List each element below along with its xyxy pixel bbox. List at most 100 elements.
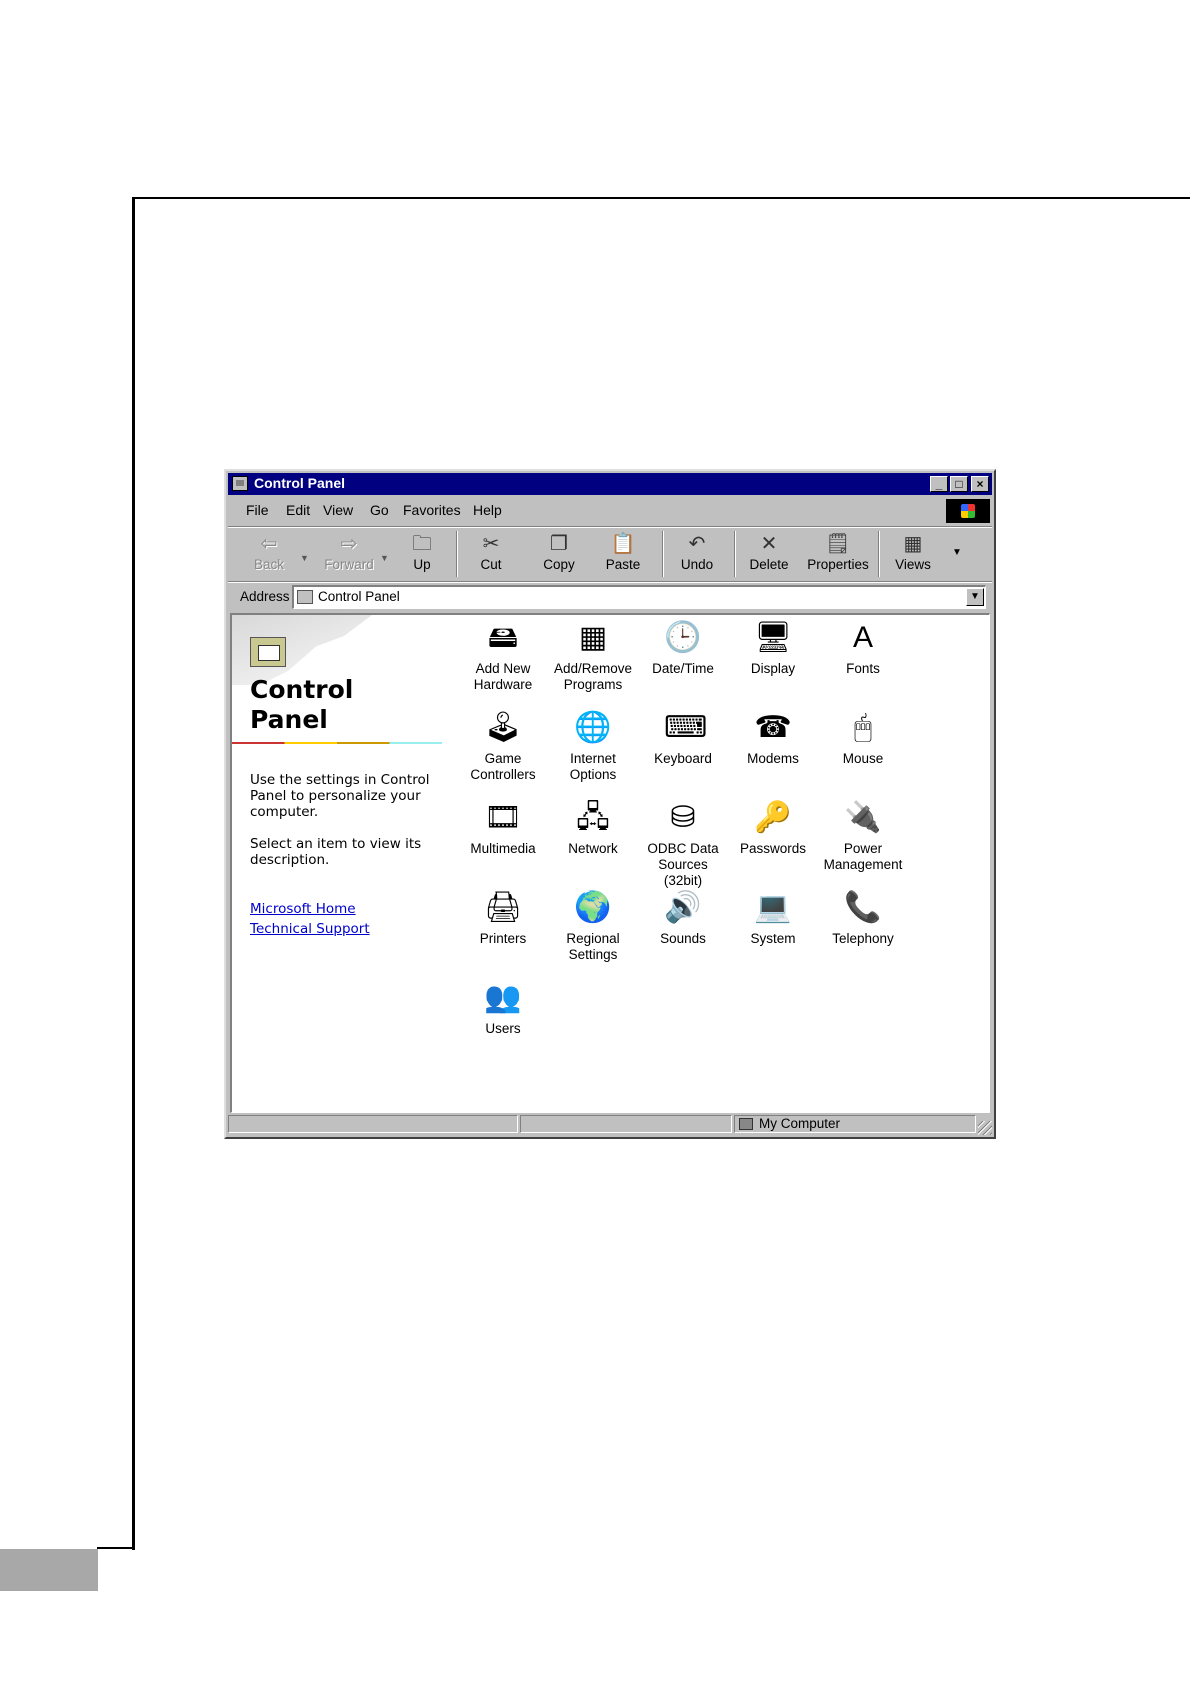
undo-icon: ↶ [688, 533, 706, 555]
toolbar-separator [662, 531, 664, 577]
toolbar-separator [734, 531, 736, 577]
control-panel-item[interactable]: ☎ Modems [729, 709, 817, 767]
delete-x-icon: ✕ [760, 533, 778, 555]
technical-support-link[interactable]: Technical Support [250, 921, 370, 937]
item-label-line1: Add New [475, 661, 531, 676]
item-label-line1: System [750, 931, 796, 946]
forward-arrow-icon: ⇨ [340, 533, 358, 555]
microsoft-home-link[interactable]: Microsoft Home [250, 901, 356, 917]
item-label-line2: Options [569, 767, 617, 782]
copy-button[interactable]: ❐ Copy [528, 529, 590, 579]
item-label-line1: Printers [479, 931, 527, 946]
menu-favorites[interactable]: Favorites [403, 502, 461, 518]
delete-button[interactable]: ✕ Delete [738, 529, 800, 579]
back-button[interactable]: ⇦ Back [238, 529, 300, 579]
control-panel-item[interactable]: ▦ Add/Remove Programs [549, 619, 637, 693]
maximize-icon: □ [955, 477, 963, 491]
item-label-line1: Mouse [842, 751, 884, 766]
keys-icon: 🔑 [754, 801, 792, 834]
control-panel-item[interactable]: 🖥 Display [729, 619, 817, 677]
copy-label: Copy [543, 557, 575, 572]
scissors-icon: ✂ [482, 533, 500, 555]
control-panel-item[interactable]: 📞 Telephony [819, 889, 907, 947]
paste-button[interactable]: 📋 Paste [592, 529, 654, 579]
address-dropdown-icon[interactable]: ▼ [966, 588, 984, 606]
maximize-button[interactable]: □ [950, 476, 968, 492]
minimize-button[interactable]: _ [930, 476, 948, 492]
menu-go[interactable]: Go [370, 502, 389, 518]
network-icon: 🖧 [576, 801, 610, 834]
control-panel-item[interactable]: ⌨ Keyboard [639, 709, 727, 767]
properties-label: Properties [807, 557, 869, 572]
add-remove-programs-icon: ▦ [578, 621, 608, 654]
mouse-icon: 🖱 [854, 711, 872, 744]
control-panel-item[interactable]: 🖱 Mouse [819, 709, 907, 767]
menu-help[interactable]: Help [473, 502, 502, 518]
control-panel-item[interactable]: 🎞 Multimedia [459, 799, 547, 857]
control-panel-item[interactable]: 🖧 Network [549, 799, 637, 857]
title-bar[interactable]: Control Panel _ □ × [228, 473, 992, 495]
cut-label: Cut [480, 557, 502, 572]
resize-grip[interactable] [978, 1121, 992, 1135]
forward-button[interactable]: ⇨ Forward [318, 529, 380, 579]
toolbar-separator [456, 531, 458, 577]
control-panel-item[interactable]: 🖴 Add New Hardware [459, 619, 547, 693]
forward-label: Forward [324, 557, 374, 572]
standard-toolbar: ⇦ Back ▼ ⇨ Forward ▼ 🗀 Up ✂ Cut ❐ Copy 📋… [230, 529, 990, 581]
menu-view[interactable]: View [323, 502, 353, 518]
item-label-line1: Add/Remove [553, 661, 633, 676]
item-label-line1: Users [485, 1021, 521, 1036]
control-panel-item[interactable]: 🕒 Date/Time [639, 619, 727, 677]
control-panel-item[interactable]: 🌍 Regional Settings [549, 889, 637, 963]
undo-label: Undo [680, 557, 714, 572]
page-corner-tab [0, 1549, 98, 1591]
back-dropdown-icon[interactable]: ▼ [300, 553, 309, 563]
status-zone-text: My Computer [759, 1116, 841, 1131]
undo-button[interactable]: ↶ Undo [666, 529, 728, 579]
item-label-line1: Game [484, 751, 522, 766]
pane-title-line2: Panel [250, 705, 328, 734]
control-panel-item[interactable]: 🌐 Internet Options [549, 709, 637, 783]
address-value: Control Panel [318, 589, 400, 604]
control-panel-item[interactable]: 🔊 Sounds [639, 889, 727, 947]
control-panel-item[interactable]: 🕹 Game Controllers [459, 709, 547, 783]
item-label-line1: Multimedia [470, 841, 536, 856]
control-panel-item[interactable]: 🔌 Power Management [819, 799, 907, 873]
control-panel-item[interactable]: 🔑 Passwords [729, 799, 817, 857]
item-label-line1: Regional [566, 931, 620, 946]
control-panel-folder-icon [297, 590, 313, 604]
control-panel-large-icon [250, 637, 286, 667]
properties-button[interactable]: 🗒 Properties [802, 529, 874, 579]
control-panel-item[interactable]: 🖨 Printers [459, 889, 547, 947]
printer-folder-icon: 🖨 [484, 891, 523, 924]
webview-info-pane: Control Panel Use the settings in Contro… [232, 615, 447, 1112]
views-dropdown-icon[interactable]: ▼ [952, 547, 962, 558]
forward-dropdown-icon[interactable]: ▼ [380, 553, 389, 563]
properties-icon: 🗒 [825, 533, 851, 555]
close-button[interactable]: × [971, 476, 989, 492]
control-panel-item[interactable]: 💻 System [729, 889, 817, 947]
address-field[interactable]: Control Panel ▼ [292, 585, 986, 609]
item-label-line2: Hardware [473, 677, 533, 692]
control-panel-item[interactable]: A Fonts [819, 619, 907, 677]
address-label: Address [240, 589, 290, 604]
page-border-bottom [97, 1547, 135, 1549]
telephony-icon: 📞 [844, 891, 882, 924]
control-panel-item[interactable]: ⛁ ODBC Data Sources (32bit) [639, 799, 727, 889]
views-button[interactable]: ▦ Views [882, 529, 944, 579]
item-label-line1: Modems [747, 751, 799, 766]
power-plug-icon: 🔌 [844, 801, 882, 834]
cut-button[interactable]: ✂ Cut [460, 529, 522, 579]
item-label-line1: Passwords [739, 841, 807, 856]
item-label-line1: Telephony [832, 931, 894, 946]
control-panel-item[interactable]: 👥 Users [459, 979, 547, 1037]
menu-file[interactable]: File [246, 502, 269, 518]
up-button[interactable]: 🗀 Up [392, 529, 452, 579]
menu-edit[interactable]: Edit [286, 502, 310, 518]
status-panel-main [228, 1115, 518, 1133]
item-label-line1: ODBC Data [647, 841, 719, 856]
views-label: Views [895, 557, 931, 572]
status-bar: My Computer [228, 1113, 992, 1135]
users-icon: 👥 [484, 981, 522, 1014]
internet-globe-icon: 🌐 [574, 711, 612, 744]
